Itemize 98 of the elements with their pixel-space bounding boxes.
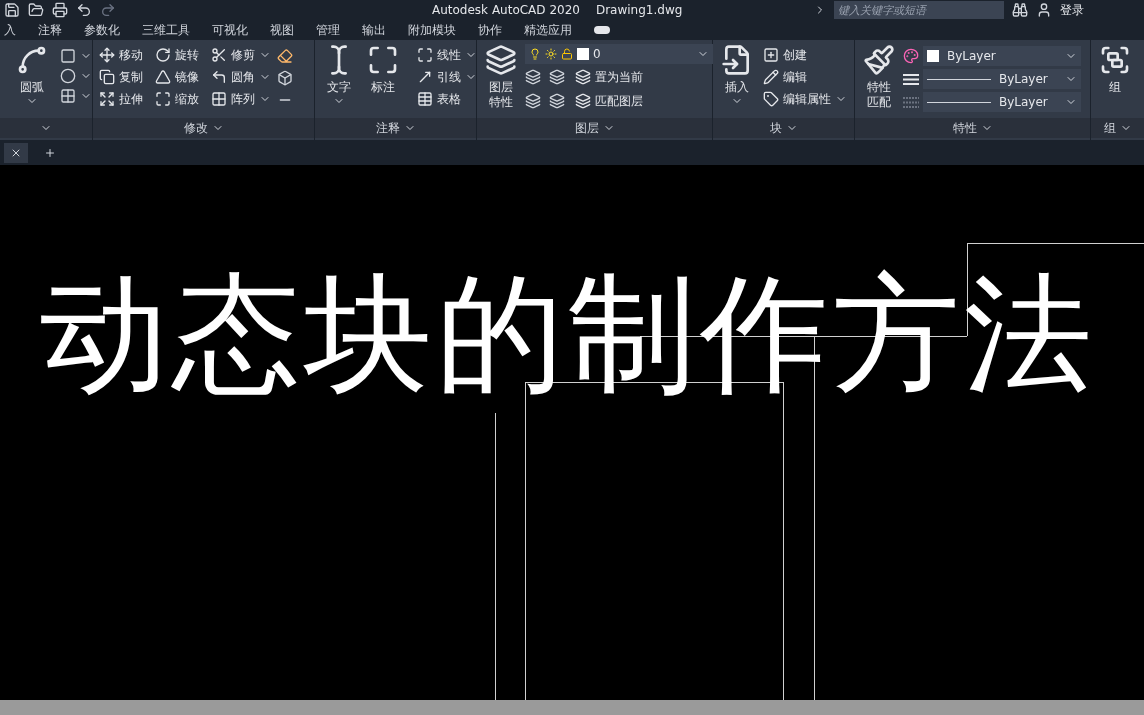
line-sample <box>927 78 991 80</box>
plus-icon <box>44 146 56 159</box>
sun-icon <box>545 48 557 60</box>
tool-icon <box>155 47 171 63</box>
tool-icon <box>99 47 115 63</box>
ribbon-tab[interactable]: 管理 <box>316 21 340 39</box>
ribbon-large-button[interactable]: 圆弧 <box>12 44 52 107</box>
panel-title[interactable]: 图层 <box>574 119 599 137</box>
linetype-icon <box>903 73 919 85</box>
ribbon-tool-button[interactable]: 线性 <box>415 44 479 66</box>
ribbon-tab[interactable]: 注释 <box>38 21 62 39</box>
line-sample <box>927 101 991 103</box>
file-name: Drawing1.dwg <box>595 2 683 19</box>
ribbon-large-button[interactable]: 文字 <box>319 44 359 110</box>
property-dropdown[interactable]: ByLayer <box>923 46 1081 66</box>
tool-icon <box>485 44 517 76</box>
ribbon-tab[interactable]: 视图 <box>270 21 294 39</box>
panel-title[interactable]: 修改 <box>183 119 208 137</box>
tool-icon <box>155 69 171 85</box>
tool-icon[interactable] <box>60 48 76 64</box>
ribbon-tab[interactable]: 三维工具 <box>142 21 190 39</box>
ribbon-large-button[interactable]: 插入 <box>717 44 757 110</box>
search-field[interactable]: 键入关键字或短语 <box>834 1 1004 19</box>
lock-icon <box>561 48 573 60</box>
layer-dropdown[interactable]: 0 <box>525 44 713 64</box>
panel-title[interactable]: 块 <box>769 119 782 137</box>
ribbon-tool-button[interactable]: 阵列 <box>209 88 273 110</box>
ribbon-large-button[interactable]: 图层 特性 <box>481 44 521 112</box>
ribbon-tool-button[interactable]: 创建 <box>761 44 849 66</box>
ribbon-tab[interactable]: 入 <box>4 21 16 39</box>
bulb-icon <box>529 48 541 60</box>
tool-icon <box>763 69 779 85</box>
tool-icon <box>1099 44 1131 76</box>
ribbon-large-button[interactable]: 标注 <box>363 44 403 110</box>
ribbon-tool-button[interactable]: 编辑属性 <box>761 88 849 110</box>
tool-icon <box>763 47 779 63</box>
ribbon-tab[interactable]: 可视化 <box>212 21 248 39</box>
folder-icon[interactable] <box>28 2 44 18</box>
color-swatch <box>927 50 939 62</box>
lineweight-icon <box>903 96 919 108</box>
ribbon-tab[interactable]: 输出 <box>362 21 386 39</box>
panel-title[interactable]: 特性 <box>952 119 977 137</box>
ribbon-tool-button[interactable]: 复制 <box>97 66 145 88</box>
layer-icon[interactable] <box>549 69 565 85</box>
ribbon-tool-button[interactable]: 移动 <box>97 44 145 66</box>
property-dropdown[interactable]: ByLayer <box>923 69 1081 89</box>
close-tab-button[interactable] <box>4 142 28 163</box>
ribbon-tool-button[interactable]: 置为当前 <box>573 66 645 88</box>
tool-icon <box>575 69 591 85</box>
ribbon-tab[interactable]: 精选应用 <box>524 21 572 39</box>
color-wheel-icon <box>903 48 919 64</box>
tool-icon[interactable] <box>60 88 76 104</box>
tool-icon <box>575 93 591 109</box>
tool-icon <box>417 69 433 85</box>
tool-icon <box>417 91 433 107</box>
ribbon-tool-button[interactable]: 缩放 <box>153 88 201 110</box>
tool-icon <box>863 44 895 76</box>
ribbon-tool-button[interactable]: 旋转 <box>153 44 201 66</box>
tool-icon <box>155 91 171 107</box>
ribbon-tool-button[interactable]: 镜像 <box>153 66 201 88</box>
erase-icon[interactable] <box>277 48 293 64</box>
window-title: Autodesk AutoCAD 2020 <box>432 2 580 19</box>
ribbon-large-button[interactable]: 特性 匹配 <box>859 44 899 112</box>
ribbon-tool-button[interactable]: 圆角 <box>209 66 273 88</box>
tool-icon[interactable] <box>60 68 76 84</box>
ribbon-tool-button[interactable]: 表格 <box>415 88 479 110</box>
save-icon[interactable] <box>4 2 20 18</box>
tool-icon <box>16 44 48 76</box>
binoculars-icon[interactable] <box>1012 2 1028 18</box>
layer-icon[interactable] <box>525 93 541 109</box>
layer-icon[interactable] <box>549 93 565 109</box>
layer-icon[interactable] <box>525 69 541 85</box>
sign-in-button[interactable]: 登录 <box>1060 1 1084 19</box>
tool-icon <box>763 91 779 107</box>
undo-icon[interactable] <box>76 2 92 18</box>
tool-icon <box>99 69 115 85</box>
cube-icon[interactable] <box>277 70 293 86</box>
ribbon-tool-button[interactable]: 拉伸 <box>97 88 145 110</box>
user-icon <box>1036 2 1052 18</box>
toggle-icon[interactable] <box>594 26 610 34</box>
ribbon-tab[interactable]: 参数化 <box>84 21 120 39</box>
tool-icon <box>417 47 433 63</box>
panel-title[interactable]: 注释 <box>375 119 400 137</box>
property-dropdown[interactable]: ByLayer <box>923 92 1081 112</box>
ribbon-tool-button[interactable]: 编辑 <box>761 66 849 88</box>
print-icon[interactable] <box>52 2 68 18</box>
tool-icon <box>99 91 115 107</box>
ribbon-tab[interactable]: 协作 <box>478 21 502 39</box>
tool-icon <box>367 44 399 76</box>
tool-icon <box>211 69 227 85</box>
ribbon-tool-button[interactable]: 修剪 <box>209 44 273 66</box>
redo-icon[interactable] <box>100 2 116 18</box>
ribbon-large-button[interactable]: 组 <box>1095 44 1135 95</box>
tool-icon <box>211 47 227 63</box>
color-swatch <box>577 48 589 60</box>
ribbon-tool-button[interactable]: 匹配图层 <box>573 90 645 112</box>
tool-icon <box>211 91 227 107</box>
ribbon-tab[interactable]: 附加模块 <box>408 21 456 39</box>
